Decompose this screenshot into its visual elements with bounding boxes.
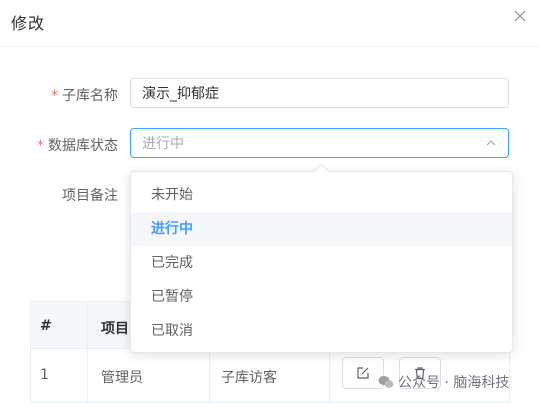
sublib-name-value: 演示_抑郁症 xyxy=(142,86,219,102)
option-cancelled[interactable]: 已取消 xyxy=(131,314,512,348)
status-placeholder: 进行中 xyxy=(142,136,184,152)
required-mark: * xyxy=(37,138,44,154)
header-project: 项目 xyxy=(101,321,129,337)
option-in-progress[interactable]: 进行中 xyxy=(131,212,512,246)
dialog-title: 修改 xyxy=(11,14,46,33)
wechat-icon xyxy=(378,376,394,388)
status-select[interactable]: 进行中 xyxy=(130,128,509,158)
remark-label: 项目备注 xyxy=(62,188,118,204)
status-dropdown: 未开始 进行中 已完成 已暂停 已取消 xyxy=(130,163,513,353)
row-role: 子库访客 xyxy=(221,370,277,386)
required-mark: * xyxy=(51,88,58,104)
row-name: 管理员 xyxy=(101,370,143,386)
chevron-up-icon xyxy=(486,140,496,146)
edit-icon xyxy=(357,367,369,379)
option-not-started[interactable]: 未开始 xyxy=(131,178,512,212)
dropdown-arrow xyxy=(313,163,330,180)
header-index: # xyxy=(40,318,52,334)
watermark: 公众号 · 脑海科技 xyxy=(378,372,509,392)
option-paused[interactable]: 已暂停 xyxy=(131,280,512,314)
status-label: * 数据库状态 xyxy=(37,138,118,154)
close-icon[interactable] xyxy=(513,9,527,23)
header-divider xyxy=(0,46,539,47)
row-index: 1 xyxy=(40,367,49,383)
sublib-name-input[interactable]: 演示_抑郁症 xyxy=(130,78,509,108)
edit-dialog: 修改 *子库名称 演示_抑郁症 *数据库状态 进行中 项目备注 # 项目 1 xyxy=(0,0,539,403)
sublib-label: * 子库名称 xyxy=(51,88,118,104)
watermark-text: 公众号 · 脑海科技 xyxy=(398,375,510,391)
option-completed[interactable]: 已完成 xyxy=(131,246,512,280)
